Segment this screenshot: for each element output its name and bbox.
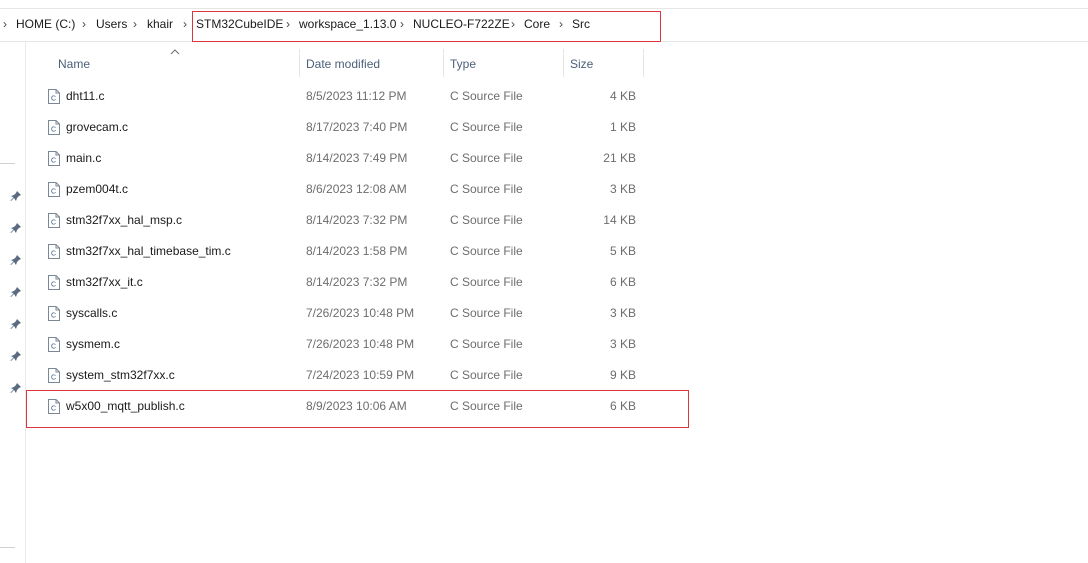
file-name[interactable]: stm32f7xx_hal_timebase_tim.c [66, 244, 231, 258]
file-type: C Source File [450, 275, 523, 289]
svg-text:C: C [51, 282, 56, 289]
chevron-right-icon[interactable]: › [82, 17, 86, 31]
file-size: 21 KB [603, 151, 636, 165]
nav-divider [0, 163, 15, 164]
navigation-pane [0, 41, 26, 563]
file-name[interactable]: stm32f7xx_it.c [66, 275, 143, 289]
column-divider[interactable] [443, 49, 444, 77]
file-row[interactable]: C stm32f7xx_hal_msp.c 8/14/2023 7:32 PM … [44, 205, 644, 236]
file-size: 3 KB [609, 306, 636, 320]
c-source-file-icon: C [48, 151, 60, 166]
svg-text:C: C [51, 251, 56, 258]
file-type: C Source File [450, 120, 523, 134]
nav-divider [0, 547, 15, 548]
file-name[interactable]: pzem004t.c [66, 182, 128, 196]
chevron-right-icon[interactable]: › [133, 17, 137, 31]
svg-text:C: C [51, 127, 56, 134]
sort-up-caret-icon [170, 49, 180, 55]
file-size: 3 KB [609, 337, 636, 351]
file-name[interactable]: stm32f7xx_hal_msp.c [66, 213, 182, 227]
svg-text:C: C [51, 96, 56, 103]
file-size: 1 KB [609, 120, 636, 134]
svg-text:C: C [51, 158, 56, 165]
file-type: C Source File [450, 306, 523, 320]
svg-text:C: C [51, 220, 56, 227]
file-row[interactable]: C stm32f7xx_hal_timebase_tim.c 8/14/2023… [44, 236, 644, 267]
file-date: 8/14/2023 7:49 PM [306, 151, 408, 165]
file-size: 9 KB [609, 368, 636, 382]
file-date: 8/14/2023 7:32 PM [306, 275, 408, 289]
file-date: 7/26/2023 10:48 PM [306, 337, 415, 351]
c-source-file-icon: C [48, 244, 60, 259]
svg-text:C: C [51, 189, 56, 196]
file-type: C Source File [450, 213, 523, 227]
svg-text:C: C [51, 344, 56, 351]
file-name[interactable]: sysmem.c [66, 337, 120, 351]
column-header-row: Name Date modified Type Size [44, 49, 644, 79]
file-row[interactable]: C dht11.c 8/5/2023 11:12 PM C Source Fil… [44, 81, 644, 112]
file-date: 8/14/2023 1:58 PM [306, 244, 408, 258]
file-type: C Source File [450, 89, 523, 103]
c-source-file-icon: C [48, 213, 60, 228]
file-row[interactable]: C grovecam.c 8/17/2023 7:40 PM C Source … [44, 112, 644, 143]
file-name[interactable]: grovecam.c [66, 120, 128, 134]
svg-text:C: C [51, 375, 56, 382]
file-row[interactable]: C stm32f7xx_it.c 8/14/2023 7:32 PM C Sou… [44, 267, 644, 298]
path-highlight-box [192, 11, 661, 42]
pin-icon[interactable] [10, 350, 22, 362]
pin-icon[interactable] [10, 254, 22, 266]
svg-text:C: C [51, 313, 56, 320]
c-source-file-icon: C [48, 337, 60, 352]
breadcrumb-home[interactable]: HOME (C:) [16, 17, 75, 31]
column-divider[interactable] [643, 49, 644, 77]
c-source-file-icon: C [48, 275, 60, 290]
column-divider[interactable] [299, 49, 300, 77]
column-header-date[interactable]: Date modified [306, 57, 380, 71]
file-row[interactable]: C sysmem.c 7/26/2023 10:48 PM C Source F… [44, 329, 644, 360]
breadcrumb-users[interactable]: Users [96, 17, 127, 31]
file-type: C Source File [450, 182, 523, 196]
file-size: 14 KB [603, 213, 636, 227]
file-size: 4 KB [609, 89, 636, 103]
file-date: 7/24/2023 10:59 PM [306, 368, 415, 382]
pin-icon[interactable] [10, 222, 22, 234]
pin-icon[interactable] [10, 382, 22, 394]
chevron-right-icon[interactable]: › [3, 17, 7, 31]
c-source-file-icon: C [48, 368, 60, 383]
file-row[interactable]: C syscalls.c 7/26/2023 10:48 PM C Source… [44, 298, 644, 329]
file-size: 6 KB [609, 275, 636, 289]
file-size: 3 KB [609, 182, 636, 196]
file-highlight-box [26, 390, 689, 428]
file-name[interactable]: system_stm32f7xx.c [66, 368, 175, 382]
column-header-size[interactable]: Size [570, 57, 593, 71]
file-name[interactable]: dht11.c [66, 89, 104, 103]
file-date: 8/14/2023 7:32 PM [306, 213, 408, 227]
file-type: C Source File [450, 244, 523, 258]
c-source-file-icon: C [48, 306, 60, 321]
c-source-file-icon: C [48, 89, 60, 104]
file-name[interactable]: syscalls.c [66, 306, 117, 320]
column-header-name[interactable]: Name [58, 57, 90, 71]
file-name[interactable]: main.c [66, 151, 101, 165]
file-row[interactable]: C main.c 8/14/2023 7:49 PM C Source File… [44, 143, 644, 174]
file-type: C Source File [450, 151, 523, 165]
file-date: 7/26/2023 10:48 PM [306, 306, 415, 320]
pin-icon[interactable] [10, 318, 22, 330]
file-date: 8/6/2023 12:08 AM [306, 182, 407, 196]
file-date: 8/17/2023 7:40 PM [306, 120, 408, 134]
column-divider[interactable] [563, 49, 564, 77]
chevron-right-icon[interactable]: › [183, 17, 187, 31]
file-type: C Source File [450, 337, 523, 351]
file-type: C Source File [450, 368, 523, 382]
file-row[interactable]: C system_stm32f7xx.c 7/24/2023 10:59 PM … [44, 360, 644, 391]
c-source-file-icon: C [48, 120, 60, 135]
column-header-type[interactable]: Type [450, 57, 476, 71]
pin-icon[interactable] [10, 190, 22, 202]
file-row[interactable]: C pzem004t.c 8/6/2023 12:08 AM C Source … [44, 174, 644, 205]
file-size: 5 KB [609, 244, 636, 258]
breadcrumb-khair[interactable]: khair [147, 17, 173, 31]
file-date: 8/5/2023 11:12 PM [306, 89, 407, 103]
pin-icon[interactable] [10, 286, 22, 298]
c-source-file-icon: C [48, 182, 60, 197]
